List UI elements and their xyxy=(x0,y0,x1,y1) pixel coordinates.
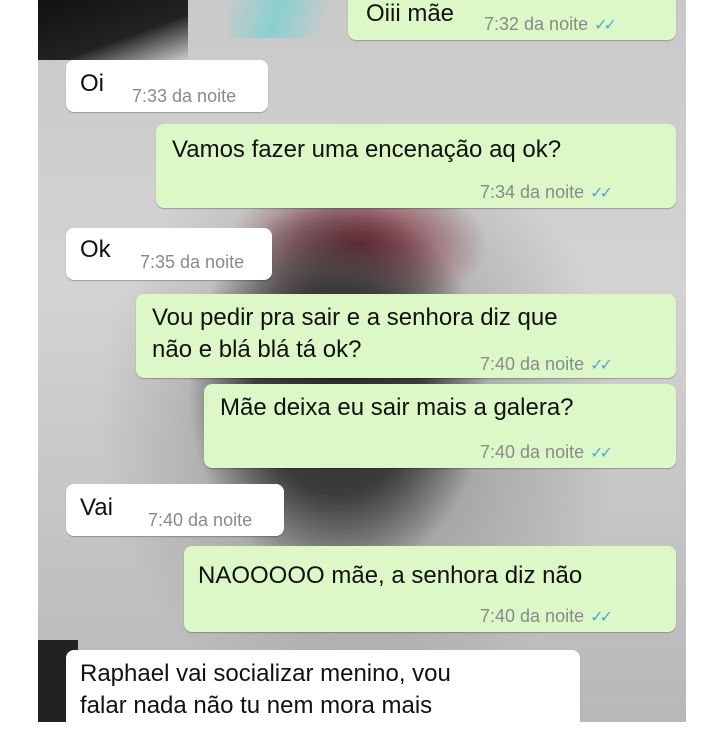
message-time: 7:40 da noite xyxy=(480,442,585,462)
message-bubble-outgoing[interactable]: NAOOOOO mãe, a senhora diz não 7:40 da n… xyxy=(184,546,676,632)
message-text: Vamos fazer uma encenação aq ok? xyxy=(172,136,562,163)
message-time: 7:40 da noite xyxy=(480,354,585,374)
read-ticks-icon: ✓✓ xyxy=(590,445,613,462)
message-text: Oiii mãe xyxy=(366,0,455,27)
message-bubble-outgoing[interactable]: Vamos fazer uma encenação aq ok? 7:34 da… xyxy=(156,124,676,208)
message-time: 7:40 da noite xyxy=(148,510,253,530)
message-meta: 7:40 da noite ✓✓ xyxy=(480,600,613,634)
message-text: NAOOOOO mãe, a senhora diz não xyxy=(198,562,583,589)
message-text: Vai xyxy=(80,494,113,521)
message-time: 7:34 da noite xyxy=(480,182,585,202)
message-time: 7:35 da noite xyxy=(140,252,245,272)
message-meta: 7:34 da noite ✓✓ xyxy=(480,176,613,210)
read-ticks-icon: ✓✓ xyxy=(590,609,613,626)
message-text: Raphael vai socializar menino, vou falar… xyxy=(80,660,451,719)
message-bubble-outgoing[interactable]: Oiii mãe 7:32 da noite ✓✓ xyxy=(348,0,676,40)
wallpaper-teal-stroke xyxy=(228,0,348,38)
read-ticks-icon: ✓✓ xyxy=(590,357,613,374)
message-time: 7:40 da noite xyxy=(480,606,585,626)
message-time: 7:33 da noite xyxy=(132,86,237,106)
message-text: Mãe deixa eu sair mais a galera? xyxy=(220,394,574,421)
message-bubble-incoming[interactable]: Ok 7:35 da noite xyxy=(66,228,272,280)
message-bubble-incoming[interactable]: Vai 7:40 da noite xyxy=(66,484,284,536)
message-meta: 7:32 da noite ✓✓ xyxy=(484,8,617,42)
read-ticks-icon: ✓✓ xyxy=(590,185,613,202)
wallpaper-dark-corner xyxy=(38,0,188,60)
message-text: Oi xyxy=(80,70,104,97)
message-meta: 7:40 da noite ✓✓ xyxy=(480,436,613,470)
message-meta: 7:40 da noite ✓✓ xyxy=(480,348,613,382)
message-text: Ok xyxy=(80,236,111,263)
message-bubble-outgoing[interactable]: Vou pedir pra sair e a senhora diz que n… xyxy=(136,294,676,378)
message-bubble-incoming[interactable]: Raphael vai socializar menino, vou falar… xyxy=(66,650,580,722)
message-bubble-outgoing[interactable]: Mãe deixa eu sair mais a galera? 7:40 da… xyxy=(204,384,676,468)
read-ticks-icon: ✓✓ xyxy=(594,17,617,34)
chat-area[interactable]: Oiii mãe 7:32 da noite ✓✓ Oi 7:33 da noit… xyxy=(38,0,686,722)
message-bubble-incoming[interactable]: Oi 7:33 da noite xyxy=(66,60,268,112)
message-time: 7:32 da noite xyxy=(484,14,589,34)
